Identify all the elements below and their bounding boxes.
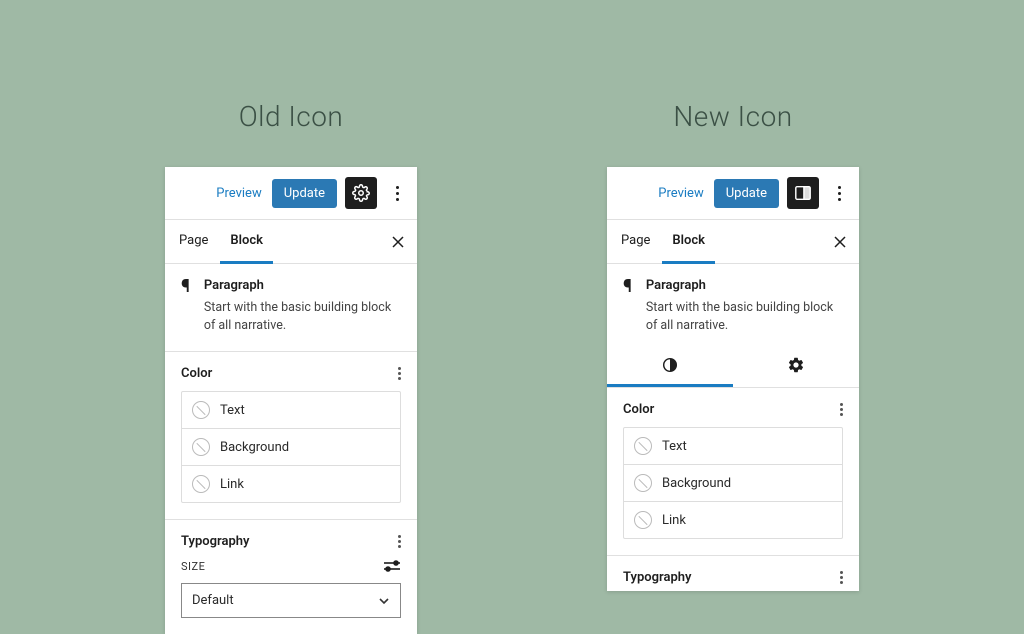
block-description: Start with the basic building block of a… xyxy=(204,299,401,335)
section-typography: Typography xyxy=(607,556,859,591)
empty-swatch-icon xyxy=(192,401,210,419)
block-name: Paragraph xyxy=(204,278,401,293)
color-options-menu[interactable] xyxy=(398,367,401,380)
section-color: Color Text Background Link xyxy=(607,388,859,556)
sliders-icon[interactable] xyxy=(383,559,401,573)
color-label-text: Text xyxy=(220,403,245,418)
preview-link[interactable]: Preview xyxy=(216,186,261,201)
section-title-typography: Typography xyxy=(623,570,692,585)
close-icon xyxy=(833,235,847,249)
color-label-link: Link xyxy=(662,513,686,528)
font-size-value: Default xyxy=(192,593,234,608)
tab-block[interactable]: Block xyxy=(220,220,273,264)
section-title-color: Color xyxy=(181,366,212,381)
section-title-typography: Typography xyxy=(181,534,250,549)
section-title-color: Color xyxy=(623,402,654,417)
column-new: New Icon Preview Update Page Block xyxy=(607,100,859,634)
block-name: Paragraph xyxy=(646,278,843,293)
half-circle-icon xyxy=(661,356,679,374)
cog-icon xyxy=(787,356,805,374)
color-row-background[interactable]: Background xyxy=(624,464,842,501)
settings-toggle-button[interactable] xyxy=(787,177,819,209)
block-card: ¶ Paragraph Start with the basic buildin… xyxy=(607,264,859,345)
color-label-background: Background xyxy=(662,476,731,491)
cog-icon xyxy=(352,184,370,202)
empty-swatch-icon xyxy=(634,474,652,492)
block-subtabs xyxy=(607,345,859,388)
empty-swatch-icon xyxy=(192,475,210,493)
subtab-styles[interactable] xyxy=(607,345,733,387)
close-panel-button[interactable] xyxy=(391,235,405,249)
update-button[interactable]: Update xyxy=(272,179,337,208)
editor-top-bar: Preview Update xyxy=(165,167,417,220)
settings-toggle-button[interactable] xyxy=(345,177,377,209)
color-label-background: Background xyxy=(220,440,289,455)
sidebar-panel-old: Preview Update Page Block ¶ xyxy=(165,167,417,634)
close-icon xyxy=(391,235,405,249)
sidebar-panel-new: Preview Update Page Block xyxy=(607,167,859,591)
subtab-settings[interactable] xyxy=(733,345,859,387)
typography-options-menu[interactable] xyxy=(840,571,843,584)
editor-top-bar: Preview Update xyxy=(607,167,859,220)
panel-tabs: Page Block xyxy=(165,220,417,264)
preview-link[interactable]: Preview xyxy=(658,186,703,201)
section-color: Color Text Background Link xyxy=(165,352,417,520)
color-row-text[interactable]: Text xyxy=(182,392,400,428)
font-size-select[interactable]: Default xyxy=(181,583,401,618)
paragraph-icon: ¶ xyxy=(181,278,190,335)
color-label-text: Text xyxy=(662,439,687,454)
paragraph-icon: ¶ xyxy=(623,278,632,335)
color-label-link: Link xyxy=(220,477,244,492)
more-menu-button[interactable] xyxy=(385,186,409,201)
tab-page[interactable]: Page xyxy=(617,220,662,264)
empty-swatch-icon xyxy=(634,437,652,455)
tab-page[interactable]: Page xyxy=(175,220,220,264)
color-row-background[interactable]: Background xyxy=(182,428,400,465)
color-list: Text Background Link xyxy=(623,427,843,539)
section-typography: Typography SIZE Default xyxy=(165,520,417,634)
update-button[interactable]: Update xyxy=(714,179,779,208)
empty-swatch-icon xyxy=(192,438,210,456)
more-menu-button[interactable] xyxy=(827,186,851,201)
block-description: Start with the basic building block of a… xyxy=(646,299,843,335)
color-row-text[interactable]: Text xyxy=(624,428,842,464)
typography-options-menu[interactable] xyxy=(398,535,401,548)
column-old: Old Icon Preview Update Page Block xyxy=(165,100,417,634)
heading-new: New Icon xyxy=(673,100,792,133)
panel-tabs: Page Block xyxy=(607,220,859,264)
color-row-link[interactable]: Link xyxy=(624,501,842,538)
tab-block[interactable]: Block xyxy=(662,220,715,264)
typography-size-label: SIZE xyxy=(181,560,205,573)
chevron-down-icon xyxy=(378,597,390,605)
color-options-menu[interactable] xyxy=(840,403,843,416)
block-card: ¶ Paragraph Start with the basic buildin… xyxy=(165,264,417,352)
empty-swatch-icon xyxy=(634,511,652,529)
color-list: Text Background Link xyxy=(181,391,401,503)
sidebar-panel-icon xyxy=(794,184,812,202)
close-panel-button[interactable] xyxy=(833,235,847,249)
color-row-link[interactable]: Link xyxy=(182,465,400,502)
heading-old: Old Icon xyxy=(239,100,344,133)
